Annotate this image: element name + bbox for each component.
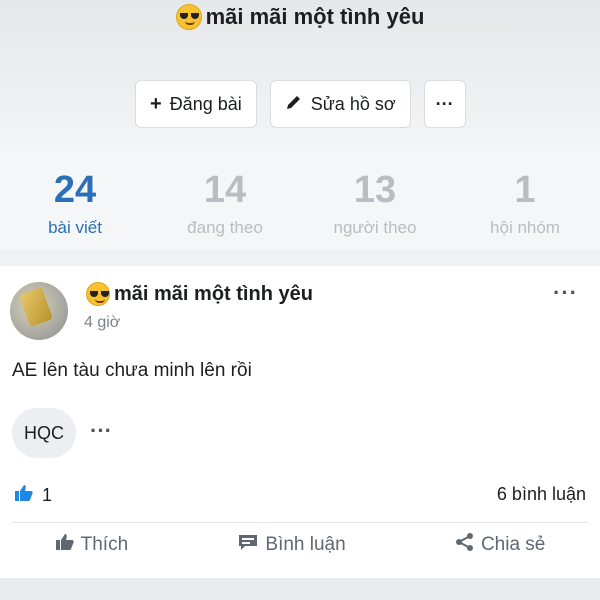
- stat-groups[interactable]: 1 hội nhóm: [450, 150, 600, 250]
- comment-button[interactable]: Bình luận: [237, 533, 346, 557]
- tag-more-button[interactable]: ···: [90, 418, 112, 444]
- stat-label: bài viết: [48, 218, 102, 237]
- stat-posts[interactable]: 24 bài viết: [0, 150, 150, 250]
- stat-label: hội nhóm: [490, 218, 560, 237]
- stat-following[interactable]: 14 đang theo: [150, 150, 300, 250]
- profile-actions: + Đăng bài Sửa hồ sơ ···: [135, 80, 466, 128]
- post-tag[interactable]: HQC: [12, 408, 76, 458]
- comment-icon: [237, 533, 259, 557]
- create-post-label: Đăng bài: [169, 93, 242, 114]
- comment-count[interactable]: 6 bình luận: [497, 484, 586, 505]
- share-button[interactable]: Chia sẻ: [455, 532, 545, 558]
- like-button[interactable]: Thích: [55, 533, 129, 557]
- edit-profile-button[interactable]: Sửa hồ sơ: [269, 80, 411, 128]
- more-options-button[interactable]: ···: [423, 80, 466, 128]
- pencil-icon: [285, 93, 303, 116]
- plus-icon: +: [150, 92, 162, 115]
- post-more-button[interactable]: ···: [553, 280, 578, 306]
- like-count: 1: [42, 485, 53, 505]
- sunglasses-emoji-icon: [86, 282, 110, 306]
- stat-label: đang theo: [187, 218, 263, 237]
- thumbs-up-icon: [55, 533, 75, 557]
- more-icon: ···: [435, 93, 454, 114]
- divider: [12, 522, 588, 523]
- post-author-name: mãi mãi một tình yêu: [114, 282, 313, 305]
- comment-label: Bình luận: [265, 534, 346, 555]
- post-card: mãi mãi một tình yêu 4 giờ ··· AE lên tà…: [0, 266, 600, 578]
- sunglasses-emoji-icon: [175, 4, 202, 30]
- stat-count: 14: [203, 169, 247, 211]
- profile-name: mãi mãi một tình yêu: [205, 4, 425, 29]
- profile-stats: 24 bài viết 14 đang theo 13 người theo 1…: [0, 150, 600, 250]
- share-label: Chia sẻ: [480, 534, 546, 555]
- stat-followers[interactable]: 13 người theo: [300, 150, 450, 250]
- create-post-button[interactable]: + Đăng bài: [135, 80, 257, 128]
- stat-count: 24: [53, 169, 97, 211]
- post-content: AE lên tàu chưa minh lên rồi: [12, 360, 252, 381]
- stat-count: 1: [514, 169, 536, 211]
- edit-profile-label: Sửa hồ sơ: [310, 93, 396, 114]
- like-label: Thích: [80, 534, 129, 555]
- post-author[interactable]: mãi mãi một tình yêu: [86, 282, 313, 306]
- post-action-bar: Thích Bình luận Chia sẻ: [0, 532, 600, 558]
- profile-title: mãi mãi một tình yêu: [0, 4, 600, 30]
- avatar[interactable]: [10, 282, 68, 340]
- thumbs-up-icon: [14, 484, 34, 507]
- share-icon: [455, 532, 475, 558]
- stat-count: 13: [353, 169, 397, 211]
- post-time: 4 giờ: [84, 314, 121, 331]
- feed-separator: [0, 578, 600, 600]
- like-summary[interactable]: 1: [14, 484, 52, 507]
- stat-label: người theo: [333, 218, 417, 237]
- profile-header: mãi mãi một tình yêu + Đăng bài Sửa hồ s…: [0, 0, 600, 150]
